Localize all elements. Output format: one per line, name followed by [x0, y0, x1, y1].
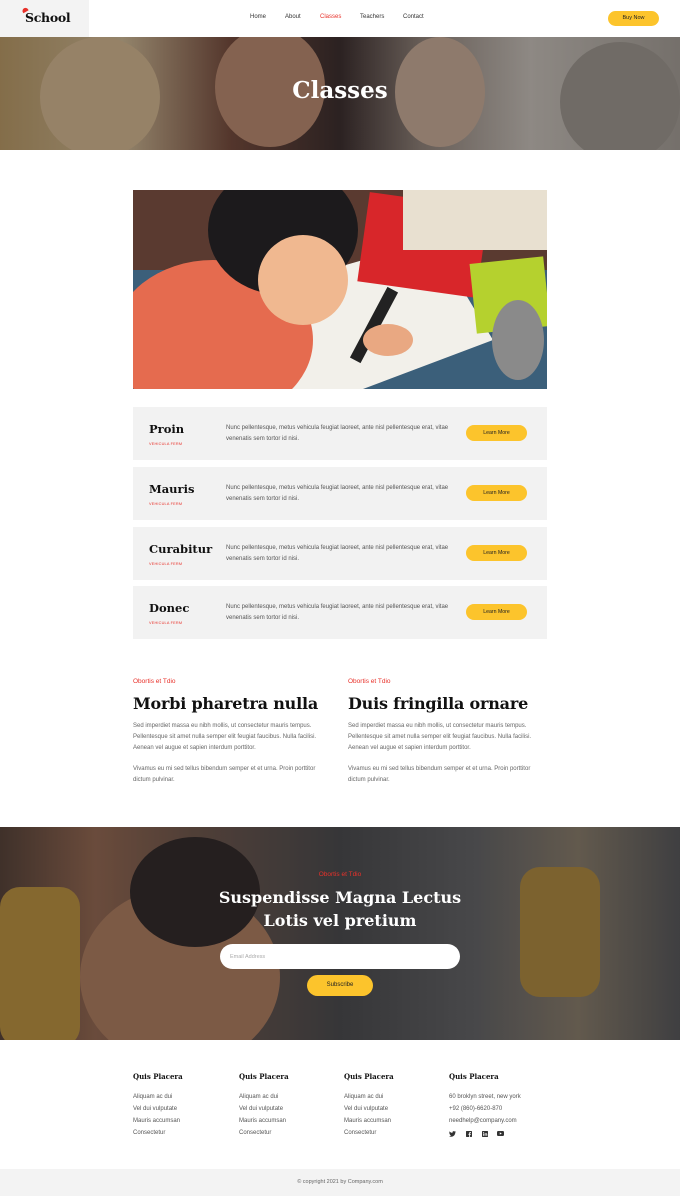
info-title: Morbi pharetra nulla [133, 694, 318, 713]
class-title: Donec [149, 601, 190, 615]
facebook-icon[interactable] [465, 1131, 472, 1139]
footer-link[interactable]: Consectetur [239, 1127, 349, 1139]
footer-heading: Quis Placera [239, 1072, 289, 1081]
learn-more-button[interactable]: Learn More [466, 604, 527, 620]
class-title: Curabitur [149, 542, 213, 556]
footer-column: Quis Placera Aliquam ac dui Vel dui vulp… [344, 1072, 454, 1139]
subscribe-button[interactable]: Subscribe [307, 975, 373, 996]
footer-link[interactable]: Vel dui vulputate [239, 1103, 349, 1115]
footer-link[interactable]: Consectetur [344, 1127, 454, 1139]
learn-more-button[interactable]: Learn More [466, 485, 527, 501]
hero-banner: Classes [0, 37, 680, 150]
footer-link[interactable]: Mauris accumsan [344, 1115, 454, 1127]
info-eyebrow: Obortis et Tdio [348, 678, 391, 685]
footer-email[interactable]: needhelp@company.com [449, 1115, 589, 1127]
class-description: Nunc pellentesque, metus vehicula feugia… [226, 485, 449, 502]
footer-heading: Quis Placera [449, 1072, 499, 1081]
hero-title: Classes [292, 77, 388, 104]
nav-classes[interactable]: Classes [320, 14, 341, 20]
nav-about[interactable]: About [285, 14, 301, 20]
footer-link[interactable]: Aliquam ac dui [344, 1091, 454, 1103]
buy-now-button[interactable]: Buy Now [608, 11, 659, 26]
linkedin-icon[interactable] [481, 1131, 488, 1139]
footer-address: 60 broklyn street, new york [449, 1094, 521, 1100]
learn-more-button[interactable]: Learn More [466, 545, 527, 561]
class-title: Mauris [149, 482, 195, 496]
class-title: Proin [149, 422, 185, 436]
footer-link[interactable]: Mauris accumsan [133, 1115, 243, 1127]
footer-heading: Quis Placera [133, 1072, 183, 1081]
footer-link[interactable]: Aliquam ac dui [239, 1091, 349, 1103]
footer-link[interactable]: Consectetur [133, 1127, 243, 1139]
class-description: Nunc pellentesque, metus vehicula feugia… [226, 425, 449, 442]
footer-phone[interactable]: +92 (860)-6620-870 [449, 1103, 589, 1115]
subscribe-title: Suspendisse Magna Lectus Lotis vel preti… [0, 886, 680, 932]
info-column-left: Obortis et Tdio Morbi pharetra nulla Sed… [133, 678, 333, 786]
info-column-right: Obortis et Tdio Duis fringilla ornare Se… [348, 678, 548, 786]
footer-link[interactable]: Aliquam ac dui [133, 1091, 243, 1103]
info-title: Duis fringilla ornare [348, 694, 529, 713]
classroom-image [133, 190, 547, 389]
footer-link[interactable]: Vel dui vulputate [344, 1103, 454, 1115]
learn-more-button[interactable]: Learn More [466, 425, 527, 441]
email-input[interactable] [220, 944, 460, 969]
class-card-curabitur: Curabitur VEHICULA FERM Nunc pellentesqu… [133, 527, 547, 580]
class-card-donec: Donec VEHICULA FERM Nunc pellentesque, m… [133, 586, 547, 639]
social-links [449, 1131, 589, 1139]
subscribe-title-line1: Suspendisse Magna Lectus [218, 888, 462, 907]
subscribe-eyebrow: Obortis et Tdio [318, 871, 362, 878]
top-navbar: School Home About Classes Teachers Conta… [0, 0, 680, 37]
class-card-proin: Proin VEHICULA FERM Nunc pellentesque, m… [133, 407, 547, 460]
footer-link[interactable]: Mauris accumsan [239, 1115, 349, 1127]
class-subtitle: VEHICULA FERM [149, 621, 183, 625]
twitter-icon[interactable] [449, 1131, 456, 1139]
class-description: Nunc pellentesque, metus vehicula feugia… [226, 545, 449, 562]
youtube-icon[interactable] [497, 1131, 504, 1139]
nav-contact[interactable]: Contact [403, 14, 424, 20]
footer-column: Quis Placera Aliquam ac dui Vel dui vulp… [239, 1072, 349, 1139]
class-subtitle: VEHICULA FERM [149, 442, 183, 446]
class-subtitle: VEHICULA FERM [149, 562, 183, 566]
subscribe-section: Obortis et Tdio Suspendisse Magna Lectus… [0, 827, 680, 1040]
class-subtitle: VEHICULA FERM [149, 502, 183, 506]
class-card-mauris: Mauris VEHICULA FERM Nunc pellentesque, … [133, 467, 547, 520]
subscribe-title-line2: Lotis vel pretium [263, 911, 417, 930]
footer-heading: Quis Placera [344, 1072, 394, 1081]
nav-teachers[interactable]: Teachers [360, 14, 384, 20]
copyright-bar: © copyright 2021 by Company.com [0, 1169, 680, 1196]
info-paragraph: Sed imperdiet massa eu nibh mollis, ut c… [348, 723, 532, 751]
footer-column: Quis Placera Aliquam ac dui Vel dui vulp… [133, 1072, 243, 1139]
footer-link[interactable]: Vel dui vulputate [133, 1103, 243, 1115]
nav-home[interactable]: Home [250, 14, 266, 20]
info-paragraph: Sed imperdiet massa eu nibh mollis, ut c… [133, 723, 317, 751]
footer-contact-column: Quis Placera 60 broklyn street, new york… [449, 1072, 589, 1139]
info-paragraph: Vivamus eu mi sed tellus bibendum semper… [348, 766, 531, 784]
main-menu: Home About Classes Teachers Contact [0, 14, 680, 24]
info-eyebrow: Obortis et Tdio [133, 678, 176, 685]
info-paragraph: Vivamus eu mi sed tellus bibendum semper… [133, 766, 316, 784]
class-description: Nunc pellentesque, metus vehicula feugia… [226, 604, 449, 621]
